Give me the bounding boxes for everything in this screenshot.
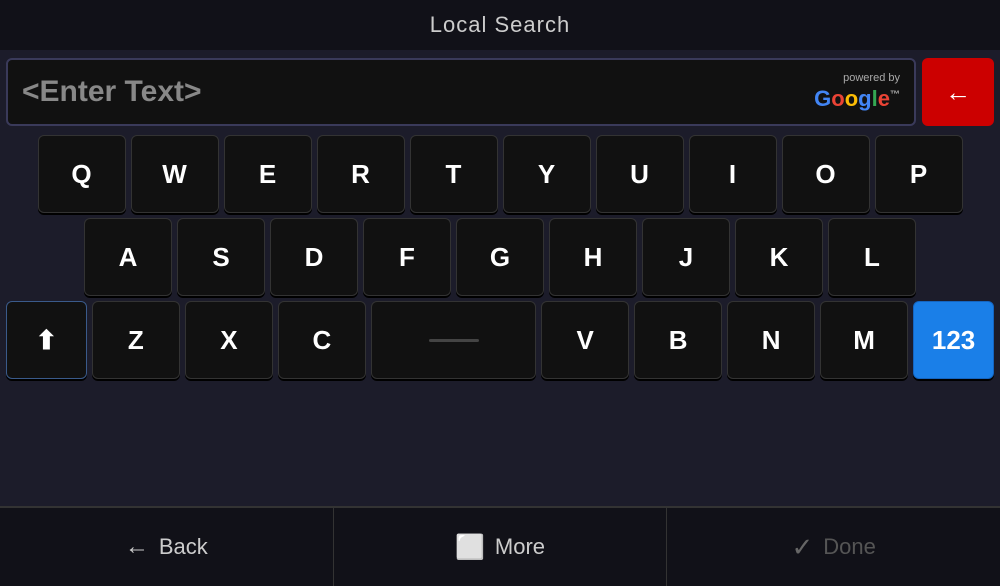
key-w[interactable]: W [131,135,219,213]
key-h[interactable]: H [549,218,637,296]
search-placeholder: <Enter Text> [22,75,202,109]
search-row: <Enter Text> powered by Google™ ← [6,58,994,126]
key-g[interactable]: G [456,218,544,296]
back-button[interactable]: ← Back [0,508,334,586]
keyboard-row-2: A S D F G H J K L [6,218,994,296]
key-q[interactable]: Q [38,135,126,213]
key-x[interactable]: X [185,301,273,379]
done-button: ✓ Done [667,508,1000,586]
keyboard-row-3: ⬆ Z X C V B N M 123 [6,301,994,379]
key-i[interactable]: I [689,135,777,213]
shift-button[interactable]: ⬆ [6,301,87,379]
key-f[interactable]: F [363,218,451,296]
back-icon: ← [125,533,149,561]
checkmark-icon: ✓ [791,532,813,563]
key-c[interactable]: C [278,301,366,379]
google-branding: powered by Google™ [814,72,900,112]
done-label: Done [823,534,876,560]
key-t[interactable]: T [410,135,498,213]
key-k[interactable]: K [735,218,823,296]
key-e[interactable]: E [224,135,312,213]
google-logo: Google™ [814,86,900,112]
search-box[interactable]: <Enter Text> powered by Google™ [6,58,916,126]
key-v[interactable]: V [541,301,629,379]
backspace-button[interactable]: ← [922,58,994,126]
title-text: Local Search [430,12,570,37]
bottom-bar: ← Back ⬜ More ✓ Done [0,506,1000,586]
key-o[interactable]: O [782,135,870,213]
key-r[interactable]: R [317,135,405,213]
key-a[interactable]: A [84,218,172,296]
more-button[interactable]: ⬜ More [334,508,668,586]
key-p[interactable]: P [875,135,963,213]
page-title: Local Search [0,0,1000,50]
key-l[interactable]: L [828,218,916,296]
key-n[interactable]: N [727,301,815,379]
key-j[interactable]: J [642,218,730,296]
space-key[interactable] [371,301,536,379]
numeric-mode-button[interactable]: 123 [913,301,994,379]
keyboard-area: <Enter Text> powered by Google™ ← Q W E … [0,50,1000,506]
key-d[interactable]: D [270,218,358,296]
back-label: Back [159,534,208,560]
key-u[interactable]: U [596,135,684,213]
key-z[interactable]: Z [92,301,180,379]
key-y[interactable]: Y [503,135,591,213]
keyboard-row-1: Q W E R T Y U I O P [6,135,994,213]
key-s[interactable]: S [177,218,265,296]
powered-by-text: powered by [843,72,900,84]
key-m[interactable]: M [820,301,908,379]
more-icon: ⬜ [455,533,485,562]
more-label: More [495,534,545,560]
key-b[interactable]: B [634,301,722,379]
